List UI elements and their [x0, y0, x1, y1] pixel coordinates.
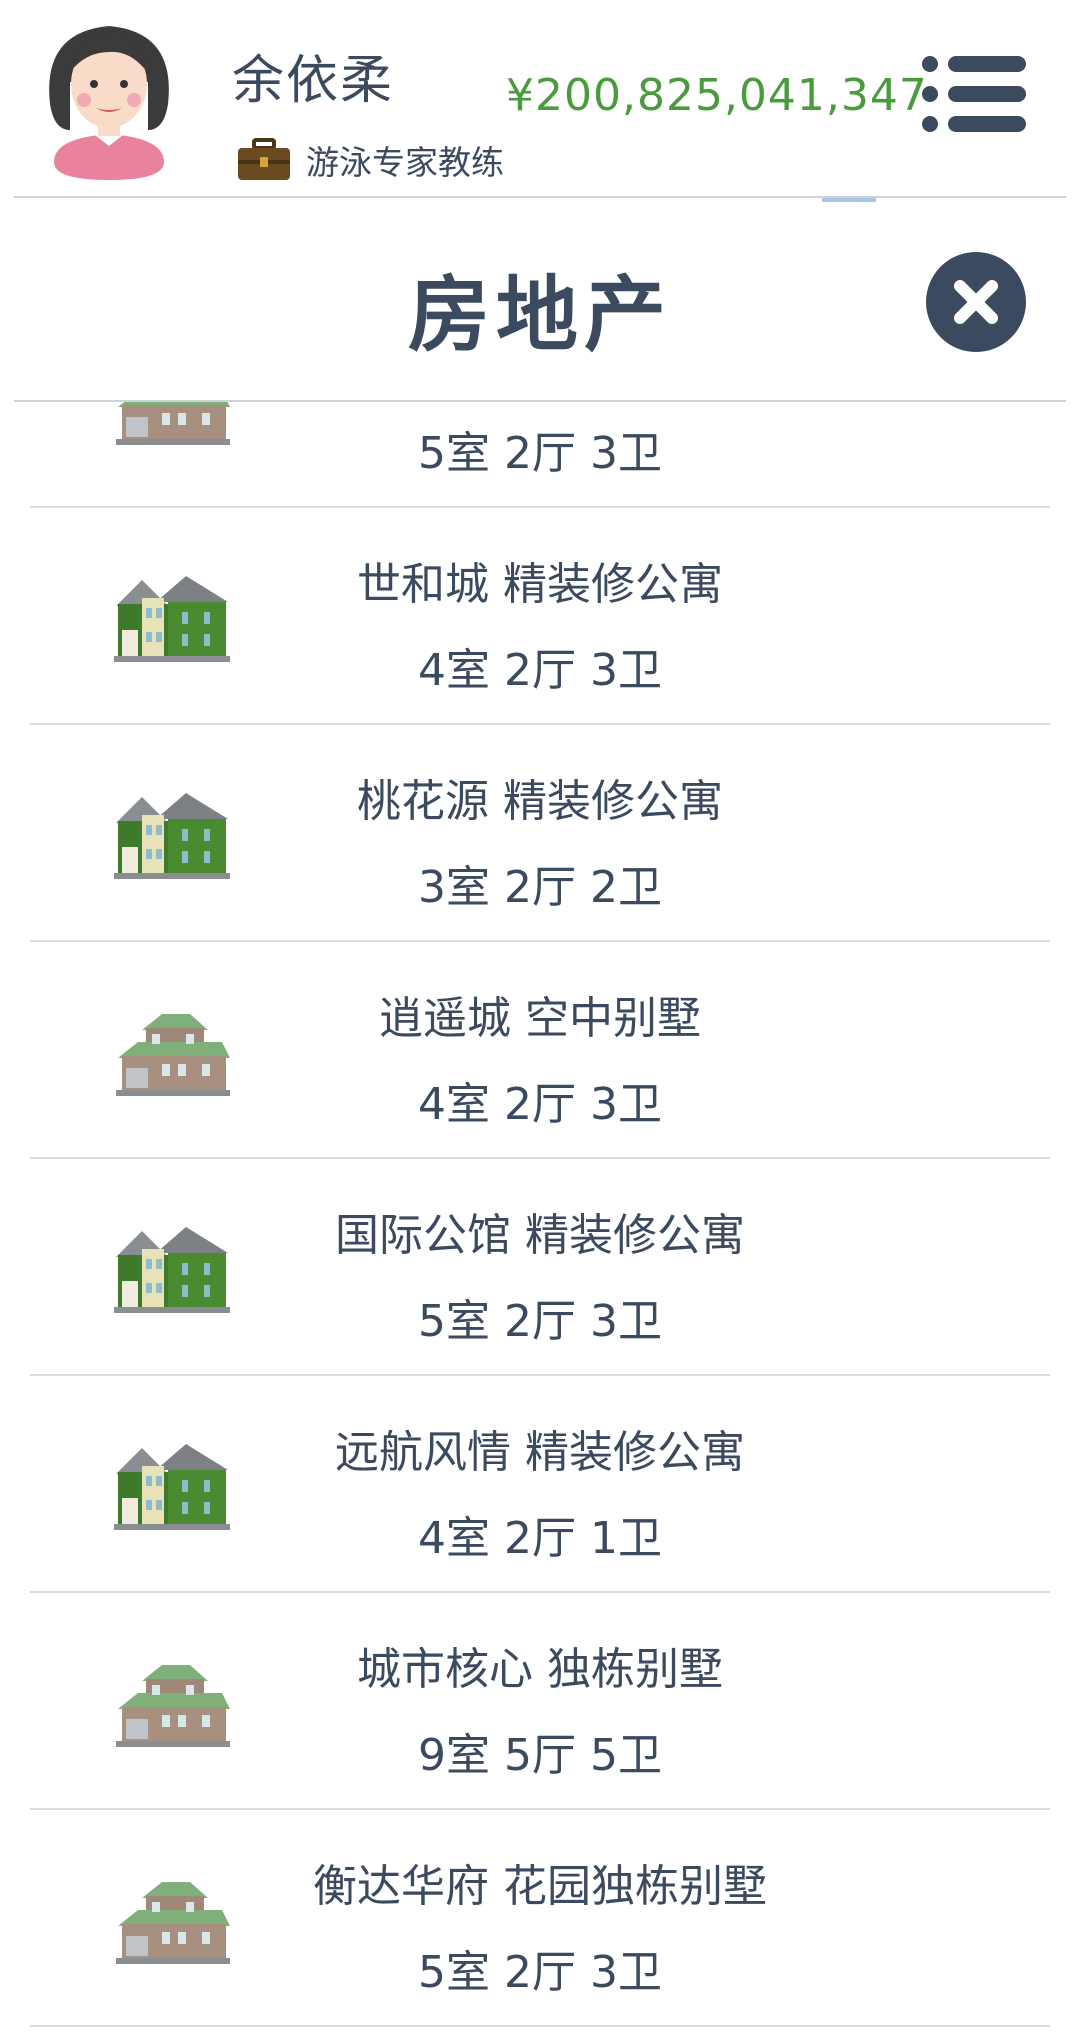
- property-rooms: 4室 2厅 3卫: [418, 1079, 662, 1130]
- property-list-item[interactable]: 世和城 精装修公寓 4室 2厅 3卫: [0, 508, 1080, 725]
- close-icon: [954, 280, 998, 324]
- money-balance: ¥200,825,041,347: [506, 70, 928, 121]
- property-list-item[interactable]: 桃花源 精装修公寓 3室 2厅 2卫: [0, 725, 1080, 942]
- property-list-item[interactable]: 国际公馆 精装修公寓 5室 2厅 3卫: [0, 1159, 1080, 1376]
- property-rooms: 9室 5厅 5卫: [418, 1730, 662, 1781]
- property-rooms: 4室 2厅 1卫: [418, 1513, 662, 1564]
- property-list-item[interactable]: 衡达华府 花园独栋别墅 5室 2厅 3卫: [0, 1810, 1080, 2027]
- menu-icon[interactable]: [920, 52, 1028, 136]
- property-list[interactable]: 5室 2厅 3卫 世和城 精装修公寓 4室 2厅 3卫 桃花源 精装修公寓 3室 2厅 …: [0, 402, 1080, 2037]
- property-rooms: 3室 2厅 2卫: [418, 862, 662, 913]
- tab-indicator: [822, 198, 876, 202]
- property-title: 城市核心 独栋别墅: [357, 1644, 723, 1695]
- close-button[interactable]: [926, 252, 1026, 352]
- property-title: 远航风情 精装修公寓: [335, 1427, 745, 1478]
- property-title: 国际公馆 精装修公寓: [335, 1210, 745, 1261]
- briefcase-icon: [238, 138, 290, 180]
- user-name: 余依柔: [232, 51, 395, 111]
- job-info: 游泳专家教练: [236, 138, 504, 182]
- property-rooms: 4室 2厅 3卫: [418, 645, 662, 696]
- panel-title: 房地产: [407, 268, 672, 363]
- property-list-item[interactable]: 逍遥城 空中别墅 4室 2厅 3卫: [0, 942, 1080, 1159]
- property-rooms: 5室 2厅 3卫: [418, 1947, 662, 1998]
- header-divider: [14, 196, 1066, 198]
- property-rooms: 5室 2厅 3卫: [418, 428, 662, 479]
- property-title: 世和城 精装修公寓: [357, 559, 723, 610]
- job-title: 游泳专家教练: [306, 143, 504, 182]
- property-list-item[interactable]: 城市核心 独栋别墅 9室 5厅 5卫: [0, 1593, 1080, 1810]
- property-title: 桃花源 精装修公寓: [357, 776, 723, 827]
- avatar[interactable]: [36, 12, 182, 180]
- property-list-item[interactable]: 5室 2厅 3卫: [0, 402, 1080, 508]
- property-title: 逍遥城 空中别墅: [379, 993, 701, 1044]
- property-rooms: 5室 2厅 3卫: [418, 1296, 662, 1347]
- row-divider: [30, 2025, 1050, 2027]
- property-list-item[interactable]: 远航风情 精装修公寓 4室 2厅 1卫: [0, 1376, 1080, 1593]
- property-title: 衡达华府 花园独栋别墅: [313, 1861, 767, 1912]
- app-header: 余依柔 游泳专家教练 ¥200,825,041,347: [0, 0, 1080, 200]
